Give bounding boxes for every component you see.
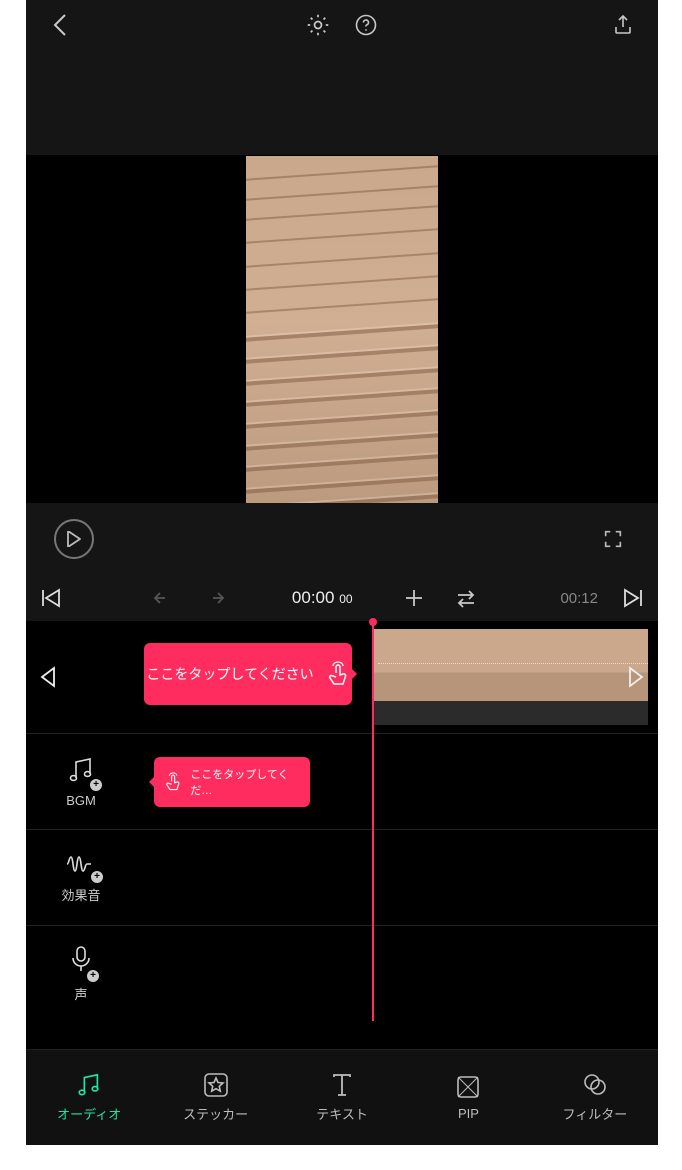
export-button[interactable] (606, 8, 640, 42)
sfx-label: 効果音 (61, 885, 100, 904)
play-button[interactable] (54, 519, 94, 559)
settings-button[interactable] (301, 8, 335, 42)
tab-label: フィルター (562, 1104, 627, 1123)
next-keyframe-button[interactable] (616, 581, 650, 615)
tap-here-tooltip[interactable]: ここをタップしてください (144, 643, 352, 705)
playhead[interactable] (372, 621, 374, 1021)
waveform-icon: + (65, 852, 97, 879)
current-time: 00:00 00 (292, 588, 353, 608)
duration-time: 00:12 (560, 590, 598, 607)
bgm-track[interactable]: + BGM ここをタップしてくだ… (26, 733, 658, 829)
star-icon (203, 1072, 229, 1098)
redo-button[interactable] (198, 581, 232, 615)
tap-icon (326, 661, 350, 687)
tab-sticker[interactable]: ステッカー (152, 1050, 278, 1145)
prev-keyframe-button[interactable] (34, 581, 68, 615)
preview-frame (246, 156, 438, 503)
playback-row (26, 503, 658, 575)
volume-line (378, 663, 648, 664)
tap-icon (164, 771, 182, 793)
tab-audio[interactable]: オーディオ (26, 1050, 152, 1145)
timeline-next-arrow[interactable] (614, 621, 658, 733)
bgm-label: BGM (66, 793, 96, 808)
voice-track[interactable]: + 声 (26, 925, 658, 1021)
filter-icon (581, 1072, 609, 1098)
tab-label: ステッカー (183, 1104, 248, 1123)
tooltip-label: ここをタップしてくだ… (190, 766, 300, 798)
tab-text[interactable]: テキスト (279, 1050, 405, 1145)
tab-label: オーディオ (57, 1104, 121, 1123)
top-bar (26, 0, 658, 50)
mic-icon: + (69, 945, 93, 978)
tap-here-tooltip-small[interactable]: ここをタップしてくだ… (154, 757, 310, 807)
timeline-prev-arrow[interactable] (26, 621, 70, 733)
tab-filter[interactable]: フィルター (532, 1050, 658, 1145)
swap-button[interactable] (449, 581, 483, 615)
back-button[interactable] (44, 8, 78, 42)
undo-button[interactable] (146, 581, 180, 615)
help-button[interactable] (349, 8, 383, 42)
tab-label: テキスト (316, 1104, 368, 1123)
music-icon (75, 1072, 103, 1098)
voice-label: 声 (74, 984, 87, 1003)
time-bar: 00:00 00 00:12 (26, 575, 658, 621)
music-icon: + (66, 756, 96, 787)
text-icon (330, 1072, 354, 1098)
video-preview[interactable] (26, 155, 658, 503)
add-button[interactable] (397, 581, 431, 615)
inline-audio-strip (374, 701, 648, 725)
sfx-track[interactable]: + 効果音 (26, 829, 658, 925)
tooltip-label: ここをタップしてください (146, 664, 313, 684)
fullscreen-button[interactable] (596, 522, 630, 556)
pip-icon (455, 1074, 481, 1100)
video-timeline[interactable]: ここをタップしてください (26, 621, 658, 733)
tab-pip[interactable]: PIP (405, 1050, 531, 1145)
timeline-section: ここをタップしてください + BGM (26, 621, 658, 1021)
bottom-tabs: オーディオ ステッカー テキスト PIP フィルター (26, 1049, 658, 1145)
tab-label: PIP (458, 1106, 479, 1121)
